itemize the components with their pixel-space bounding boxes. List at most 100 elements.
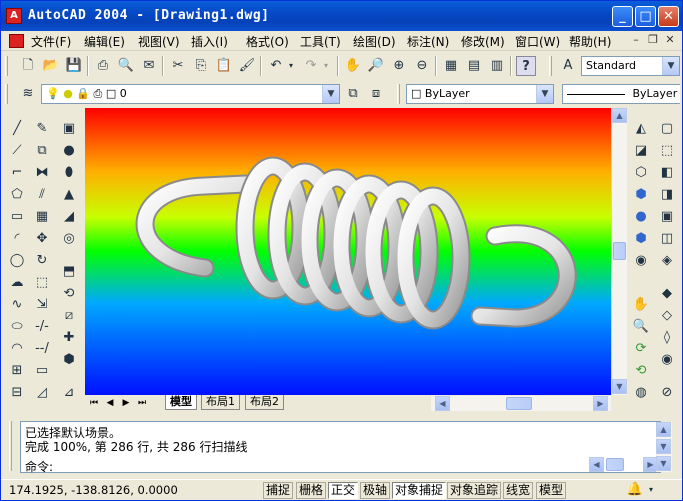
- snap-toggle[interactable]: 捕捉: [263, 482, 294, 499]
- communication-center-icon[interactable]: 🔔: [625, 480, 645, 500]
- menu-window[interactable]: 窗口(W): [515, 33, 560, 50]
- status-menu-chevron-icon[interactable]: ▾: [645, 480, 657, 500]
- document-menu-icon[interactable]: [9, 34, 24, 48]
- right-view-icon[interactable]: ◨: [657, 185, 677, 205]
- torus-icon[interactable]: ◎: [59, 229, 79, 249]
- close-button[interactable]: ✕: [658, 6, 679, 27]
- help-icon[interactable]: ?: [516, 56, 536, 76]
- adjust-distance-icon[interactable]: ◍: [631, 383, 651, 403]
- se-iso-view-icon[interactable]: ◆: [657, 284, 677, 304]
- left-view-icon[interactable]: ◧: [657, 163, 677, 183]
- circle-icon[interactable]: ◯: [7, 251, 27, 271]
- toolbar-grip[interactable]: [5, 56, 8, 76]
- slice-icon[interactable]: ⧄: [59, 306, 79, 326]
- break-icon[interactable]: ▭: [32, 361, 52, 381]
- ne-iso-view-icon[interactable]: ◇: [657, 306, 677, 326]
- scroll-down-arrow[interactable]: ▼: [612, 379, 627, 394]
- render-box-icon[interactable]: ⬢: [631, 229, 651, 249]
- vertical-scrollbar[interactable]: ▲ ▼: [611, 108, 627, 395]
- new-file-icon[interactable]: 🗋: [18, 56, 38, 76]
- nw-iso-view-icon[interactable]: ◊: [657, 328, 677, 348]
- vertical-scroll-thumb[interactable]: [613, 242, 626, 260]
- top-view-icon[interactable]: ▢: [657, 119, 677, 139]
- toolbar-grip[interactable]: [5, 84, 8, 104]
- next-tab-icon[interactable]: ▶: [119, 396, 133, 410]
- mdi-restore-button[interactable]: ❐: [645, 33, 661, 48]
- layer-select[interactable]: 💡 ● 🔒 ⎙ □ 0 ▼: [41, 84, 340, 104]
- prev-tab-icon[interactable]: ◀: [103, 396, 117, 410]
- sw-iso-view-icon[interactable]: ◈: [657, 251, 677, 271]
- orbit-pan-icon[interactable]: ✋: [631, 295, 651, 315]
- ellipse-arc-icon[interactable]: ◠: [7, 339, 27, 359]
- lineweight-toggle[interactable]: 线宽: [503, 482, 534, 499]
- command-hscroll-thumb[interactable]: [606, 458, 624, 471]
- materials-icon[interactable]: ◉: [631, 251, 651, 271]
- horizontal-scrollbar[interactable]: ◀ ▶: [431, 396, 611, 411]
- scroll-right-arrow[interactable]: ▶: [593, 396, 608, 411]
- properties-icon[interactable]: ▦: [441, 56, 461, 76]
- print-icon[interactable]: ⎙: [93, 56, 113, 76]
- zoom-previous-icon[interactable]: ⊖: [412, 56, 432, 76]
- undo-dropdown-icon[interactable]: ▾: [286, 56, 296, 76]
- copy-icon[interactable]: ⎘: [191, 56, 211, 76]
- save-icon[interactable]: 💾: [64, 56, 84, 76]
- setup-drawing-icon[interactable]: ⊿: [59, 383, 79, 403]
- menu-modify[interactable]: 修改(M): [461, 33, 505, 50]
- text-style-icon[interactable]: A: [558, 56, 578, 76]
- grid-toggle[interactable]: 栅格: [296, 482, 327, 499]
- toolbar-grip[interactable]: [549, 56, 552, 76]
- last-tab-icon[interactable]: ⏭: [135, 396, 149, 410]
- insert-block-icon[interactable]: ⊞: [7, 361, 27, 381]
- scale-icon[interactable]: ⬚: [32, 273, 52, 293]
- open-file-icon[interactable]: 📂: [41, 56, 61, 76]
- zoom-realtime-icon[interactable]: 🔎: [366, 56, 386, 76]
- clip-icon[interactable]: ⊘: [657, 383, 677, 403]
- zoom-window-icon[interactable]: ⊕: [389, 56, 409, 76]
- redo-dropdown-icon[interactable]: ▾: [321, 56, 331, 76]
- sphere-icon[interactable]: ●: [59, 141, 79, 161]
- chevron-down-icon[interactable]: ▼: [662, 57, 679, 75]
- box-icon[interactable]: ▣: [59, 119, 79, 139]
- paste-icon[interactable]: 📋: [214, 56, 234, 76]
- array-icon[interactable]: ▦: [32, 207, 52, 227]
- copy-object-icon[interactable]: ⧉: [32, 141, 52, 161]
- command-vertical-scrollbar[interactable]: ▲ ▼ ▼: [656, 422, 672, 472]
- cylinder-icon[interactable]: ⬮: [59, 163, 79, 183]
- command-window-grip[interactable]: [9, 421, 12, 471]
- menu-edit[interactable]: 编辑(E): [84, 33, 125, 50]
- rectangle-icon[interactable]: ▭: [7, 207, 27, 227]
- render-sphere-icon[interactable]: ●: [631, 207, 651, 227]
- tab-layout2[interactable]: 布局2: [245, 395, 284, 410]
- revolve-icon[interactable]: ⟲: [59, 284, 79, 304]
- bottom-view-icon[interactable]: ◫: [657, 229, 677, 249]
- print-preview-icon[interactable]: 🔍: [116, 56, 136, 76]
- trim-icon[interactable]: -/-: [32, 317, 52, 337]
- redo-icon[interactable]: ↷: [301, 56, 321, 76]
- scroll-up-arrow[interactable]: ▲: [656, 422, 671, 437]
- osnap-toggle[interactable]: 对象捕捉: [392, 482, 447, 499]
- menu-insert[interactable]: 插入(I): [191, 33, 228, 50]
- first-tab-icon[interactable]: ⏮: [87, 396, 101, 410]
- revision-cloud-icon[interactable]: ☁: [7, 273, 27, 293]
- menu-help[interactable]: 帮助(H): [569, 33, 611, 50]
- polyline-icon[interactable]: ⌐: [7, 163, 27, 183]
- maximize-button[interactable]: □: [635, 6, 656, 27]
- minimize-button[interactable]: _: [612, 6, 633, 27]
- ellipse-icon[interactable]: ⬭: [7, 317, 27, 337]
- tab-layout1[interactable]: 布局1: [201, 395, 240, 410]
- erase-icon[interactable]: ✎: [32, 119, 52, 139]
- chevron-down-icon[interactable]: ▼: [536, 85, 553, 103]
- scroll-left-arrow[interactable]: ◀: [435, 396, 450, 411]
- mdi-minimize-button[interactable]: –: [628, 33, 644, 48]
- command-window[interactable]: 已选择默认场景。 完成 100%, 第 286 行, 共 286 行扫描线 命令…: [20, 421, 661, 474]
- undo-icon[interactable]: ↶: [266, 56, 286, 76]
- shade-icon[interactable]: ◪: [631, 141, 651, 161]
- otrack-toggle[interactable]: 对象追踪: [447, 482, 502, 499]
- layer-manager-icon[interactable]: ≋: [18, 84, 38, 104]
- move-icon[interactable]: ✥: [32, 229, 52, 249]
- coordinates-display[interactable]: 174.1925, -138.8126, 0.0000: [9, 483, 178, 497]
- cut-icon[interactable]: ✂: [168, 56, 188, 76]
- make-block-icon[interactable]: ⊟: [7, 383, 27, 403]
- horizontal-scroll-thumb[interactable]: [506, 397, 532, 410]
- title-bar[interactable]: A AutoCAD 2004 - [Drawing1.dwg] _ □ ✕: [1, 1, 682, 31]
